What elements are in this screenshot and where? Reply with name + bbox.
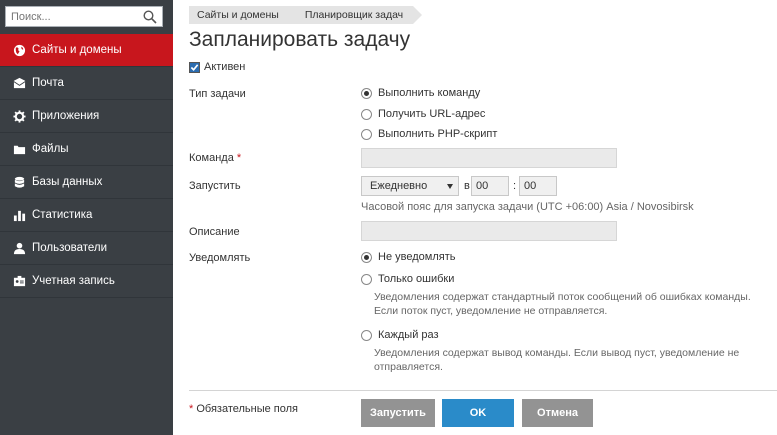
search-input[interactable]	[6, 7, 136, 26]
radio-label: Только ошибки	[378, 273, 455, 285]
user-icon	[12, 241, 26, 255]
checkmark-icon	[190, 63, 199, 71]
id-card-icon	[12, 274, 26, 288]
radio-button[interactable]	[361, 128, 372, 140]
main-content: Сайты и домены Планировщик задач Заплани…	[173, 0, 777, 435]
active-checkbox[interactable]	[189, 61, 200, 73]
sidebar-item-users[interactable]: Пользователи	[0, 232, 173, 265]
page-title: Запланировать задачу	[189, 28, 411, 51]
search-icon[interactable]	[143, 10, 157, 24]
run-button[interactable]: Запустить	[361, 399, 435, 427]
sidebar-item-applications[interactable]: Приложения	[0, 100, 173, 133]
sidebar-item-mail[interactable]: Почта	[0, 67, 173, 100]
bar-chart-icon	[12, 208, 26, 222]
radio-button[interactable]	[361, 329, 372, 341]
cancel-button[interactable]: Отмена	[522, 399, 593, 427]
frequency-select[interactable]: Ежедневно	[361, 176, 459, 196]
sidebar-item-label: Сайты и домены	[32, 44, 122, 56]
notify-label: Уведомлять	[189, 252, 251, 264]
time-separator: :	[513, 180, 517, 192]
sidebar-nav: Сайты и домены Почта Приложения Файлы Ба…	[0, 34, 173, 298]
sidebar-item-files[interactable]: Файлы	[0, 133, 173, 166]
sidebar-item-label: Файлы	[32, 143, 69, 155]
radio-notify-never[interactable]: Не уведомлять	[361, 251, 455, 263]
radio-run-php[interactable]: Выполнить PHP-скрипт	[361, 128, 497, 140]
command-input[interactable]	[361, 148, 617, 168]
sidebar: Сайты и домены Почта Приложения Файлы Ба…	[0, 0, 173, 435]
sidebar-item-label: Статистика	[32, 209, 93, 221]
command-label: Команда *	[189, 152, 241, 164]
radio-button[interactable]	[361, 273, 372, 285]
sidebar-item-account[interactable]: Учетная запись	[0, 265, 173, 298]
minute-input[interactable]: 00	[519, 176, 557, 196]
hint-line: отправляется.	[374, 361, 443, 373]
sidebar-item-databases[interactable]: Базы данных	[0, 166, 173, 199]
sidebar-item-label: Пользователи	[32, 242, 108, 254]
required-note-text: Обязательные поля	[196, 403, 299, 415]
divider	[189, 390, 777, 391]
required-mark: *	[189, 403, 194, 415]
globe-icon	[12, 43, 26, 57]
radio-button[interactable]	[361, 108, 372, 120]
sidebar-item-statistics[interactable]: Статистика	[0, 199, 173, 232]
sidebar-item-label: Базы данных	[32, 176, 103, 188]
hint-line: Уведомления содержат стандартный поток с…	[374, 291, 751, 303]
required-mark: *	[236, 152, 242, 164]
gear-icon	[12, 109, 26, 123]
timezone-note: Часовой пояс для запуска задачи (UTC +06…	[361, 201, 694, 213]
sidebar-item-sites-domains[interactable]: Сайты и домены	[0, 34, 173, 67]
notify-always-hint: Уведомления содержат вывод команды. Если…	[374, 346, 739, 374]
description-input[interactable]	[361, 221, 617, 241]
hour-input[interactable]: 00	[471, 176, 509, 196]
frequency-value: Ежедневно	[370, 180, 428, 192]
radio-label: Выполнить команду	[378, 87, 481, 99]
chevron-down-icon	[447, 184, 453, 189]
radio-label: Выполнить PHP-скрипт	[378, 128, 498, 140]
radio-label: Каждый раз	[378, 329, 439, 341]
hint-line: Уведомления содержат вывод команды. Если…	[374, 347, 740, 359]
active-checkbox-row[interactable]: Активен	[189, 61, 245, 73]
task-type-label: Тип задачи	[189, 88, 246, 100]
breadcrumb-item-scheduler[interactable]: Планировщик задач	[287, 6, 423, 24]
mail-icon	[12, 76, 26, 90]
sidebar-item-label: Почта	[32, 77, 64, 89]
at-label: в	[464, 180, 470, 192]
sidebar-item-label: Учетная запись	[32, 275, 115, 287]
radio-label: Получить URL-адрес	[378, 108, 486, 120]
radio-run-command[interactable]: Выполнить команду	[361, 87, 480, 99]
radio-label: Не уведомлять	[378, 251, 456, 263]
radio-button[interactable]	[361, 87, 372, 99]
breadcrumb-item-sites-domains[interactable]: Сайты и домены	[189, 6, 298, 24]
command-label-text: Команда	[189, 152, 234, 164]
hint-line: Если поток пуст, уведомление не отправля…	[374, 305, 608, 317]
description-label: Описание	[189, 226, 240, 238]
search-box[interactable]	[5, 6, 163, 27]
radio-button[interactable]	[361, 251, 372, 263]
ok-button[interactable]: OK	[442, 399, 514, 427]
radio-notify-always[interactable]: Каждый раз	[361, 329, 439, 341]
breadcrumb: Сайты и домены Планировщик задач	[189, 6, 423, 24]
radio-fetch-url[interactable]: Получить URL-адрес	[361, 108, 485, 120]
radio-notify-errors[interactable]: Только ошибки	[361, 273, 454, 285]
folder-icon	[12, 142, 26, 156]
active-label: Активен	[204, 61, 246, 73]
notify-errors-hint: Уведомления содержат стандартный поток с…	[374, 290, 751, 318]
sidebar-item-label: Приложения	[32, 110, 100, 122]
run-label: Запустить	[189, 180, 241, 192]
required-fields-note: * Обязательные поля	[189, 403, 298, 415]
database-icon	[12, 175, 26, 189]
